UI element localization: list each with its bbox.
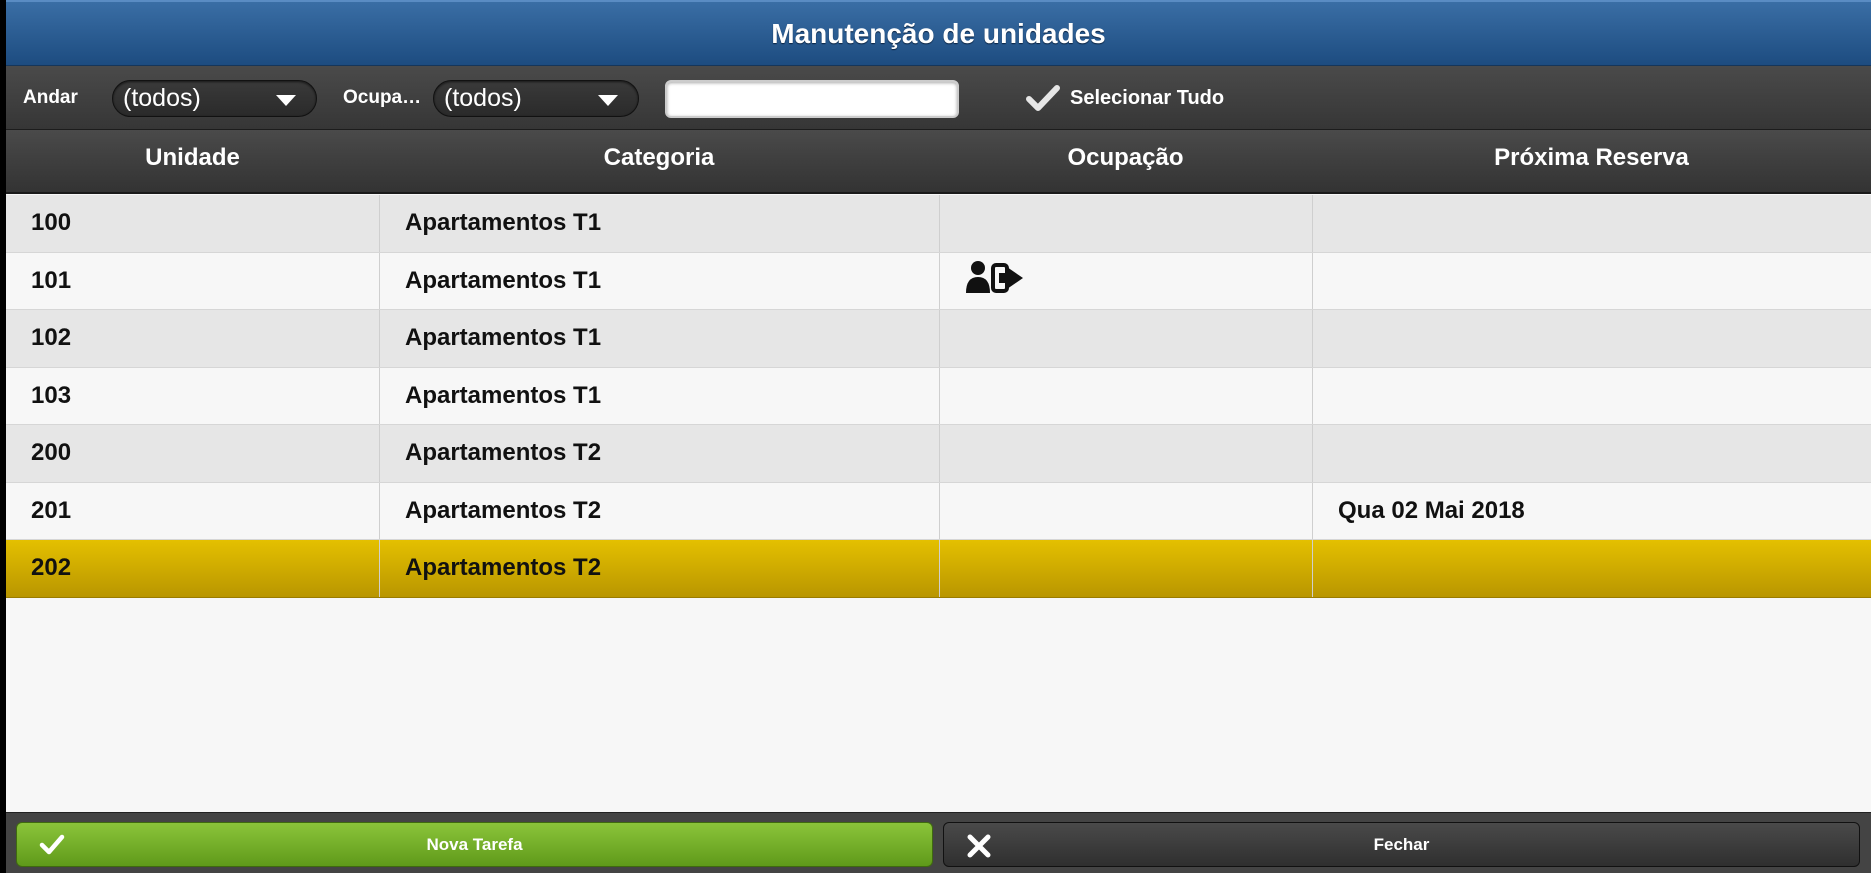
select-all-label: Selecionar Tudo	[1070, 86, 1225, 109]
table-header: Unidade Categoria Ocupação Próxima Reser…	[6, 130, 1871, 194]
cell-unidade: 201	[31, 496, 72, 524]
cell-ocupacao	[939, 252, 1312, 309]
units-table-body: 100 Apartamentos T1 101 Apartamentos T1 …	[6, 195, 1871, 598]
check-icon	[1026, 85, 1060, 111]
cell-proxima-reserva	[1312, 425, 1871, 482]
cell-proxima-reserva	[1312, 367, 1871, 424]
cell-ocupacao	[939, 310, 1312, 367]
column-header-categoria[interactable]: Categoria	[379, 130, 939, 194]
cell-categoria: Apartamentos T1	[379, 367, 939, 424]
cell-proxima-reserva	[1312, 310, 1871, 367]
new-task-button[interactable]: Nova Tarefa	[16, 822, 933, 867]
cell-ocupacao	[939, 367, 1312, 424]
table-row[interactable]: 100 Apartamentos T1	[6, 195, 1871, 253]
cell-categoria: Apartamentos T2	[379, 540, 939, 597]
cell-unidade: 103	[31, 381, 72, 409]
search-input[interactable]	[665, 80, 959, 118]
occupancy-filter-label: Ocupa…	[343, 87, 422, 108]
cell-proxima-reserva	[1312, 540, 1871, 597]
cell-categoria: Apartamentos T2	[379, 425, 939, 482]
table-row[interactable]: 102 Apartamentos T1	[6, 310, 1871, 368]
filter-toolbar: Andar (todos) Ocupa… (todos) Selecionar …	[6, 66, 1871, 130]
cell-proxima-reserva	[1312, 195, 1871, 252]
floor-filter-select[interactable]: (todos)	[112, 80, 317, 117]
cell-ocupacao	[939, 195, 1312, 252]
floor-filter-value: (todos)	[123, 84, 201, 112]
cell-categoria: Apartamentos T1	[379, 252, 939, 309]
close-icon	[967, 834, 991, 858]
chevron-down-icon	[598, 95, 618, 106]
cell-ocupacao	[939, 540, 1312, 597]
table-row[interactable]: 101 Apartamentos T1	[6, 252, 1871, 310]
table-row[interactable]: 201 Apartamentos T2 Qua 02 Mai 2018	[6, 482, 1871, 540]
column-header-ocupacao[interactable]: Ocupação	[939, 130, 1312, 194]
footer-bar: Nova Tarefa Fechar	[6, 812, 1871, 873]
cell-unidade: 202	[31, 554, 72, 581]
cell-unidade: 200	[31, 439, 72, 466]
occupancy-filter-select[interactable]: (todos)	[433, 80, 639, 117]
cell-categoria: Apartamentos T1	[379, 310, 939, 367]
floor-filter-label: Andar	[23, 87, 78, 108]
page-title: Manutenção de unidades	[771, 17, 1106, 49]
occupancy-filter-value: (todos)	[444, 84, 522, 112]
cell-ocupacao	[939, 482, 1312, 539]
cell-categoria: Apartamentos T2	[379, 482, 939, 539]
cell-unidade: 101	[31, 266, 72, 294]
new-task-label: Nova Tarefa	[426, 834, 523, 854]
app-window: Manutenção de unidades Andar (todos) Ocu…	[6, 0, 1871, 873]
cell-proxima-reserva	[1312, 252, 1871, 309]
close-label: Fechar	[1373, 834, 1430, 854]
column-header-proxima-reserva[interactable]: Próxima Reserva	[1312, 130, 1871, 194]
table-row-selected[interactable]: 202 Apartamentos T2	[6, 540, 1871, 598]
check-icon	[39, 834, 65, 855]
table-row[interactable]: 103 Apartamentos T1	[6, 367, 1871, 425]
cell-ocupacao	[939, 425, 1312, 482]
close-button[interactable]: Fechar	[943, 822, 1860, 867]
cell-categoria: Apartamentos T1	[379, 195, 939, 252]
chevron-down-icon	[276, 95, 296, 106]
column-header-unidade[interactable]: Unidade	[6, 130, 379, 194]
window-title-bar: Manutenção de unidades	[6, 0, 1871, 66]
guest-checkout-icon	[966, 260, 1023, 293]
table-row[interactable]: 200 Apartamentos T2	[6, 425, 1871, 483]
cell-unidade: 102	[31, 324, 72, 351]
select-all-toggle[interactable]: Selecionar Tudo	[1026, 66, 1224, 130]
cell-unidade: 100	[31, 209, 72, 236]
cell-proxima-reserva: Qua 02 Mai 2018	[1312, 482, 1871, 539]
